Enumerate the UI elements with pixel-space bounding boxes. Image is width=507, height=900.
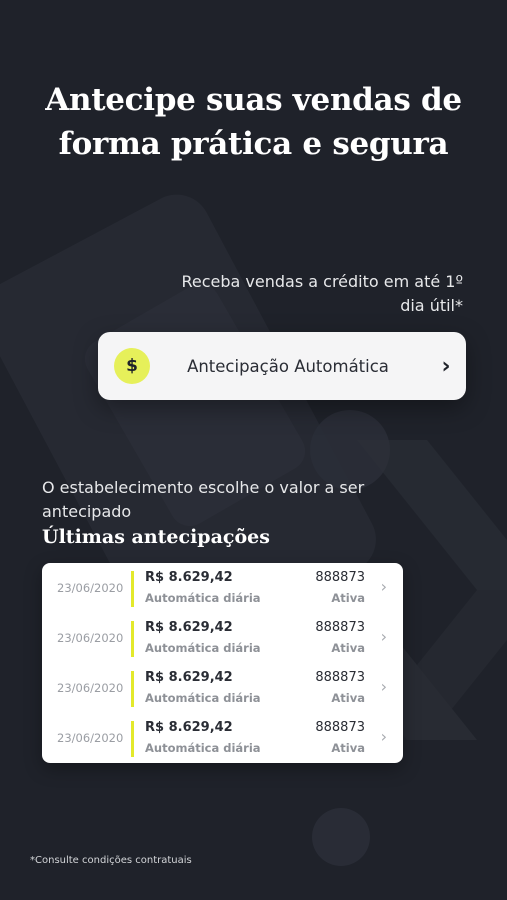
list-item[interactable]: 23/06/2020 R$ 8.629,42 Automática diária… bbox=[42, 613, 403, 663]
screen: Antecipe suas vendas de forma prática e … bbox=[0, 0, 507, 900]
item-date: 23/06/2020 bbox=[57, 731, 124, 745]
list-item[interactable]: 23/06/2020 R$ 8.629,42 Automática diária… bbox=[42, 563, 403, 613]
item-status: Ativa bbox=[331, 691, 365, 705]
item-status: Ativa bbox=[331, 641, 365, 655]
item-type: Automática diária bbox=[145, 741, 261, 755]
item-type: Automática diária bbox=[145, 591, 261, 605]
item-status: Ativa bbox=[331, 591, 365, 605]
page-title: Antecipe suas vendas de forma prática e … bbox=[45, 82, 462, 162]
item-code: 888873 bbox=[315, 720, 365, 735]
section-title: Últimas antecipações bbox=[42, 526, 270, 548]
item-amount: R$ 8.629,42 bbox=[145, 570, 233, 585]
item-type: Automática diária bbox=[145, 691, 261, 705]
item-code: 888873 bbox=[315, 620, 365, 635]
item-date: 23/06/2020 bbox=[57, 681, 124, 695]
item-status: Ativa bbox=[331, 741, 365, 755]
item-amount: R$ 8.629,42 bbox=[145, 670, 233, 685]
item-code: 888873 bbox=[315, 670, 365, 685]
subtitle: Receba vendas a crédito em até 1º dia út… bbox=[181, 272, 463, 315]
item-date: 23/06/2020 bbox=[57, 581, 124, 595]
chevron-right-icon: › bbox=[441, 353, 451, 379]
dollar-refresh-icon: $ bbox=[114, 348, 150, 384]
item-amount: R$ 8.629,42 bbox=[145, 720, 233, 735]
description-text: O estabelecimento escolhe o valor a ser … bbox=[42, 478, 365, 521]
accent-bar bbox=[131, 571, 134, 607]
accent-bar bbox=[131, 621, 134, 657]
anticipations-list: 23/06/2020 R$ 8.629,42 Automática diária… bbox=[42, 563, 403, 763]
list-item[interactable]: 23/06/2020 R$ 8.629,42 Automática diária… bbox=[42, 713, 403, 763]
accent-bar bbox=[131, 671, 134, 707]
automatic-anticipation-button[interactable]: $ Antecipação Automática › bbox=[98, 332, 466, 400]
chevron-right-icon: › bbox=[380, 577, 387, 596]
automatic-anticipation-label: Antecipação Automática bbox=[187, 356, 389, 376]
chevron-right-icon: › bbox=[380, 627, 387, 646]
accent-bar bbox=[131, 721, 134, 757]
item-amount: R$ 8.629,42 bbox=[145, 620, 233, 635]
item-date: 23/06/2020 bbox=[57, 631, 124, 645]
footnote: *Consulte condições contratuais bbox=[30, 855, 192, 866]
item-type: Automática diária bbox=[145, 641, 261, 655]
item-code: 888873 bbox=[315, 570, 365, 585]
list-item[interactable]: 23/06/2020 R$ 8.629,42 Automática diária… bbox=[42, 663, 403, 713]
chevron-right-icon: › bbox=[380, 727, 387, 746]
chevron-right-icon: › bbox=[380, 677, 387, 696]
